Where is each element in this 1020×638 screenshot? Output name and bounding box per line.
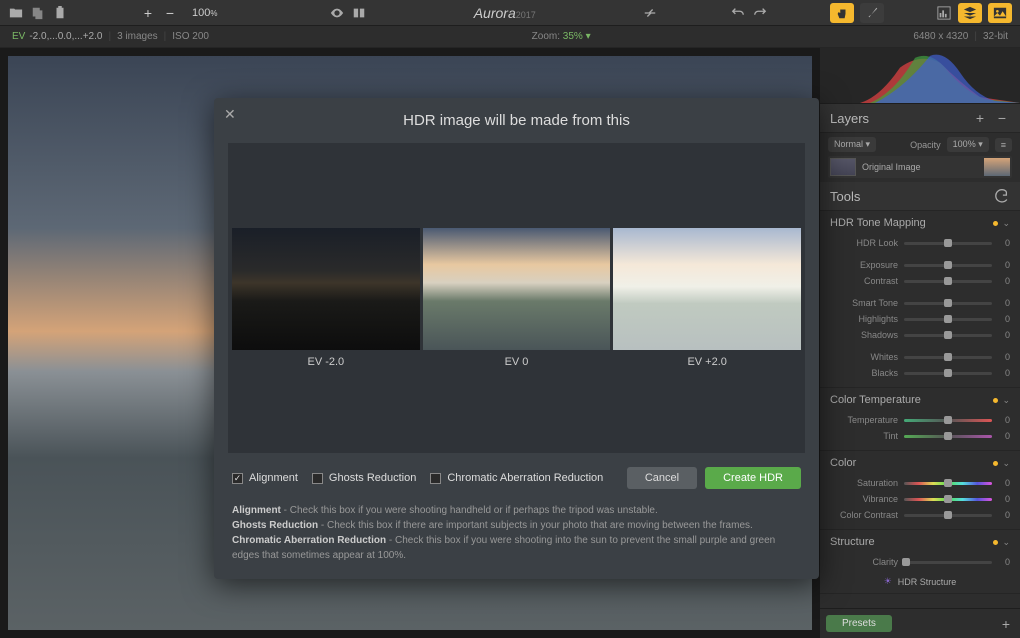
undo-icon[interactable] <box>730 5 746 21</box>
layers-body: Normal ▾ Opacity 100% ▾ ≡ Original Image <box>820 133 1020 182</box>
presets-bar: Presets + <box>820 608 1020 638</box>
app-title: Aurora2017 <box>474 5 536 21</box>
hdr-structure-button[interactable]: ☀ HDR Structure <box>820 570 1020 593</box>
sun-icon: ☀ <box>884 576 892 587</box>
tools-header: Tools <box>820 182 1020 211</box>
slider-shadows[interactable]: Shadows0 <box>820 327 1020 343</box>
files-icon[interactable] <box>30 5 46 21</box>
layer-name: Original Image <box>862 162 921 172</box>
layer-menu-icon[interactable]: ≡ <box>995 138 1012 152</box>
slider-clarity[interactable]: Clarity0 <box>820 554 1020 570</box>
image-count: 3 images <box>117 31 158 42</box>
minus-icon[interactable]: − <box>162 5 178 21</box>
blend-mode-dropdown[interactable]: Normal ▾ <box>828 137 876 152</box>
tools-title: Tools <box>830 189 860 204</box>
group-header[interactable]: HDR Tone Mapping ⌄ <box>820 211 1020 235</box>
chevron-down-icon[interactable]: ⌄ <box>1002 458 1010 469</box>
chromatic-checkbox[interactable]: Chromatic Aberration Reduction <box>430 472 603 484</box>
top-toolbar: + − 100% Aurora2017 <box>0 0 1020 26</box>
clipboard-icon[interactable] <box>52 5 68 21</box>
layer-item[interactable]: Original Image <box>828 156 1012 178</box>
slider-tint[interactable]: Tint0 <box>820 428 1020 444</box>
cancel-button[interactable]: Cancel <box>627 467 697 489</box>
layers-title: Layers <box>830 111 869 126</box>
slider-exposure[interactable]: Exposure0 <box>820 257 1020 273</box>
slider-highlights[interactable]: Highlights0 <box>820 311 1020 327</box>
tools-scroll[interactable]: HDR Tone Mapping ⌄ HDR Look0 Exposure0 C… <box>820 211 1020 608</box>
bit-depth-info: 32-bit <box>983 31 1008 42</box>
layer-mask-thumbnail <box>984 158 1010 176</box>
modal-title: HDR image will be made from this <box>214 98 819 143</box>
image-toggle-button[interactable] <box>988 3 1012 23</box>
histogram-panel[interactable] <box>820 48 1020 104</box>
preview-ev-minus2: EV -2.0 <box>232 228 420 368</box>
add-layer-icon[interactable]: + <box>972 110 988 126</box>
slider-contrast[interactable]: Contrast0 <box>820 273 1020 289</box>
preview-thumbnail[interactable] <box>232 228 420 350</box>
ev-label: EV <box>12 31 25 42</box>
preview-ev-plus2: EV +2.0 <box>613 228 801 368</box>
preview-thumbnail[interactable] <box>613 228 801 350</box>
layers-header: Layers + − <box>820 104 1020 133</box>
chevron-down-icon[interactable]: ⌄ <box>1002 395 1010 406</box>
slider-hdr-look[interactable]: HDR Look0 <box>820 235 1020 251</box>
preview-ev-0: EV 0 <box>423 228 611 368</box>
zoom-info[interactable]: Zoom: 35% ▾ <box>532 31 591 42</box>
zoom-level[interactable]: 100% <box>192 7 217 19</box>
group-header[interactable]: Color ⌄ <box>820 451 1020 475</box>
compare-icon[interactable] <box>351 5 367 21</box>
active-dot-icon <box>993 398 998 403</box>
info-bar: EV -2.0,...0.0,...+2.0 | 3 images | ISO … <box>0 26 1020 48</box>
structure-group: Structure ⌄ Clarity0 ☀ HDR Structure <box>820 530 1020 594</box>
dimensions-info: 6480 x 4320 <box>913 31 968 42</box>
group-header[interactable]: Structure ⌄ <box>820 530 1020 554</box>
ev-values: -2.0,...0.0,...+2.0 <box>29 31 102 42</box>
redo-icon[interactable] <box>752 5 768 21</box>
alignment-checkbox[interactable]: ✓Alignment <box>232 472 298 484</box>
group-header[interactable]: Color Temperature ⌄ <box>820 388 1020 412</box>
slider-smart-tone[interactable]: Smart Tone0 <box>820 295 1020 311</box>
ghosts-checkbox[interactable]: Ghosts Reduction <box>312 472 416 484</box>
active-dot-icon <box>993 221 998 226</box>
color-temperature-group: Color Temperature ⌄ Temperature0 Tint0 <box>820 388 1020 451</box>
preview-thumbnail[interactable] <box>423 228 611 350</box>
crop-icon[interactable] <box>642 5 658 21</box>
brush-tool-button[interactable] <box>860 3 884 23</box>
modal-options: ✓Alignment Ghosts Reduction Chromatic Ab… <box>214 453 819 503</box>
opacity-label: Opacity <box>910 140 941 150</box>
remove-layer-icon[interactable]: − <box>994 110 1010 126</box>
create-hdr-button[interactable]: Create HDR <box>705 467 801 489</box>
color-group: Color ⌄ Saturation0 Vibrance0 Color Cont… <box>820 451 1020 530</box>
iso-info: ISO 200 <box>172 31 209 42</box>
presets-button[interactable]: Presets <box>826 615 892 632</box>
active-dot-icon <box>993 540 998 545</box>
refresh-icon[interactable] <box>994 188 1010 204</box>
slider-blacks[interactable]: Blacks0 <box>820 365 1020 381</box>
right-sidebar: Layers + − Normal ▾ Opacity 100% ▾ ≡ Ori… <box>820 48 1020 638</box>
modal-help-text: Alignment - Check this box if you were s… <box>214 503 819 579</box>
eye-icon[interactable] <box>329 5 345 21</box>
active-dot-icon <box>993 461 998 466</box>
layers-toggle-button[interactable] <box>958 3 982 23</box>
plus-icon[interactable]: + <box>140 5 156 21</box>
modal-preview-area: EV -2.0 EV 0 EV +2.0 <box>228 143 805 453</box>
slider-saturation[interactable]: Saturation0 <box>820 475 1020 491</box>
slider-vibrance[interactable]: Vibrance0 <box>820 491 1020 507</box>
close-icon[interactable]: ✕ <box>224 106 236 123</box>
hand-tool-button[interactable] <box>830 3 854 23</box>
opacity-dropdown[interactable]: 100% ▾ <box>947 137 989 152</box>
add-preset-icon[interactable]: + <box>998 616 1014 632</box>
folder-icon[interactable] <box>8 5 24 21</box>
layer-thumbnail <box>830 158 856 176</box>
slider-whites[interactable]: Whites0 <box>820 349 1020 365</box>
chevron-down-icon[interactable]: ⌄ <box>1002 537 1010 548</box>
hdr-modal: ✕ HDR image will be made from this EV -2… <box>214 98 819 579</box>
slider-color-contrast[interactable]: Color Contrast0 <box>820 507 1020 523</box>
hdr-tone-mapping-group: HDR Tone Mapping ⌄ HDR Look0 Exposure0 C… <box>820 211 1020 388</box>
slider-temperature[interactable]: Temperature0 <box>820 412 1020 428</box>
histogram-toggle-icon[interactable] <box>936 5 952 21</box>
chevron-down-icon[interactable]: ⌄ <box>1002 218 1010 229</box>
